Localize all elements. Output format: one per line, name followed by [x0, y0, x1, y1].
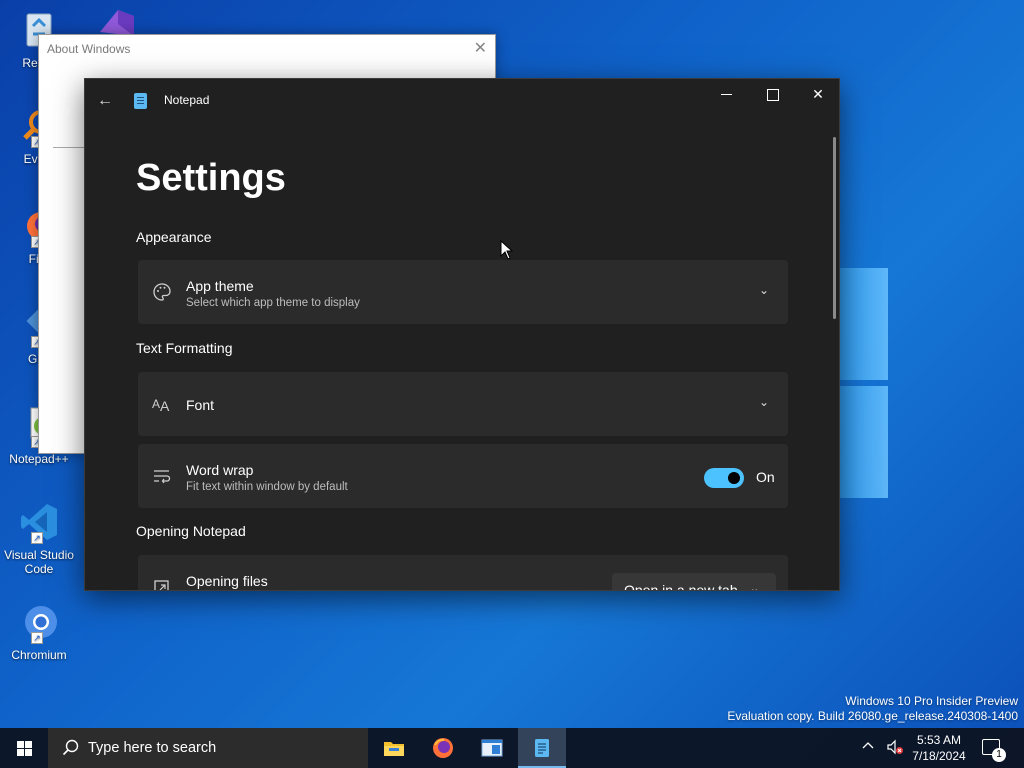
notepad-icon — [535, 739, 549, 757]
taskbar-search-box[interactable]: Type here to search — [48, 728, 368, 768]
notepad-app-icon — [134, 93, 147, 109]
watermark-line-2: Evaluation copy. Build 26080.ge_release.… — [727, 709, 1018, 723]
clock-time: 5:53 AM — [916, 733, 962, 747]
setting-title: Word wrap — [186, 462, 254, 478]
window-title: Notepad — [164, 93, 210, 107]
dropdown-value: Open in a new tab — [624, 582, 738, 591]
app-theme-setting[interactable]: App theme Select which app theme to disp… — [138, 260, 788, 324]
desktop-icon-vscode[interactable]: ↗ Visual Studio Code — [0, 500, 78, 576]
close-button[interactable]: ✕ — [795, 79, 839, 111]
scrollbar[interactable] — [833, 137, 836, 319]
shortcut-arrow-icon: ↗ — [31, 532, 43, 544]
taskbar-window-app[interactable] — [468, 728, 516, 768]
setting-description: Select which app theme to display — [186, 297, 360, 309]
chevron-down-icon[interactable]: ⌄ — [756, 394, 772, 410]
search-icon — [62, 739, 80, 762]
section-heading-appearance: Appearance — [136, 229, 212, 245]
palette-icon — [152, 282, 172, 302]
windows-logo-icon — [17, 741, 32, 756]
taskbar-clock[interactable]: 5:53 AM 7/18/2024 — [904, 732, 974, 764]
close-icon[interactable]: ✕ — [474, 38, 487, 58]
maximize-button[interactable] — [749, 79, 795, 111]
file-explorer-icon — [384, 742, 404, 756]
shortcut-arrow-icon: ↗ — [31, 632, 43, 644]
toggle-state-label: On — [756, 469, 775, 485]
mouse-cursor-icon — [500, 239, 514, 265]
desktop-icon-chromium[interactable]: ↗ Chromium — [0, 600, 78, 662]
wallpaper-windows-logo — [836, 268, 888, 500]
notepad-settings-window[interactable]: ← Notepad ✕ Settings Appearance App them… — [84, 78, 840, 591]
volume-muted-icon[interactable] — [886, 738, 904, 759]
taskbar: Type here to search 5:53 AM 7/18/2024 1 — [0, 728, 1024, 768]
setting-title: Opening files — [186, 573, 268, 589]
title-bar[interactable]: ← Notepad ✕ — [85, 79, 839, 123]
page-title: Settings — [136, 157, 286, 199]
divider — [53, 147, 85, 148]
back-arrow-icon[interactable]: ← — [95, 91, 115, 111]
taskbar-firefox[interactable] — [419, 728, 467, 768]
minimize-button[interactable] — [703, 79, 749, 111]
taskbar-file-explorer[interactable] — [370, 728, 418, 768]
visual-studio-icon[interactable] — [94, 6, 140, 36]
watermark-line-1: Windows 10 Pro Insider Preview — [845, 694, 1018, 708]
clock-date: 7/18/2024 — [912, 749, 966, 763]
open-file-icon — [152, 577, 172, 590]
search-placeholder: Type here to search — [88, 740, 217, 756]
wallpaper-logo-pane-bottom — [836, 386, 888, 498]
chromium-icon: ↗ — [17, 600, 61, 644]
word-wrap-icon — [152, 466, 172, 486]
start-button[interactable] — [0, 728, 48, 768]
section-heading-text-formatting: Text Formatting — [136, 340, 233, 356]
show-hidden-icons-chevron-icon[interactable] — [862, 740, 874, 755]
setting-description: Fit text within window by default — [186, 481, 348, 493]
about-windows-title: About Windows — [47, 42, 131, 56]
desktop-icon-label: Chromium — [11, 648, 67, 662]
desktop-icon-label: Notepad++ — [9, 452, 69, 466]
word-wrap-toggle[interactable] — [704, 468, 744, 488]
taskbar-notepad[interactable] — [518, 728, 566, 768]
vscode-icon: ↗ — [17, 500, 61, 544]
chevron-down-icon[interactable]: ⌄ — [756, 282, 772, 298]
opening-files-dropdown[interactable]: Open in a new tab ⌄ — [612, 573, 776, 591]
firefox-icon — [433, 738, 453, 758]
evaluation-watermark: Windows 10 Pro Insider Preview Evaluatio… — [727, 694, 1018, 724]
section-heading-opening-notepad: Opening Notepad — [136, 523, 246, 539]
window-app-icon — [481, 739, 503, 757]
close-icon: ✕ — [812, 86, 824, 102]
font-setting[interactable]: AA Font ⌄ — [138, 372, 788, 436]
notification-count-badge: 1 — [992, 748, 1006, 762]
setting-title: App theme — [186, 278, 254, 294]
opening-files-setting[interactable]: Opening files Open in a new tab ⌄ — [138, 555, 788, 591]
svg-text:A: A — [152, 397, 160, 411]
svg-text:A: A — [160, 398, 170, 414]
setting-title: Font — [186, 397, 215, 413]
font-icon: AA — [152, 394, 172, 414]
desktop-icon-label: Visual Studio Code — [4, 548, 74, 576]
chevron-down-icon: ⌄ — [750, 583, 760, 591]
word-wrap-setting[interactable]: Word wrap Fit text within window by defa… — [138, 444, 788, 508]
wallpaper-logo-pane-top — [836, 268, 888, 380]
